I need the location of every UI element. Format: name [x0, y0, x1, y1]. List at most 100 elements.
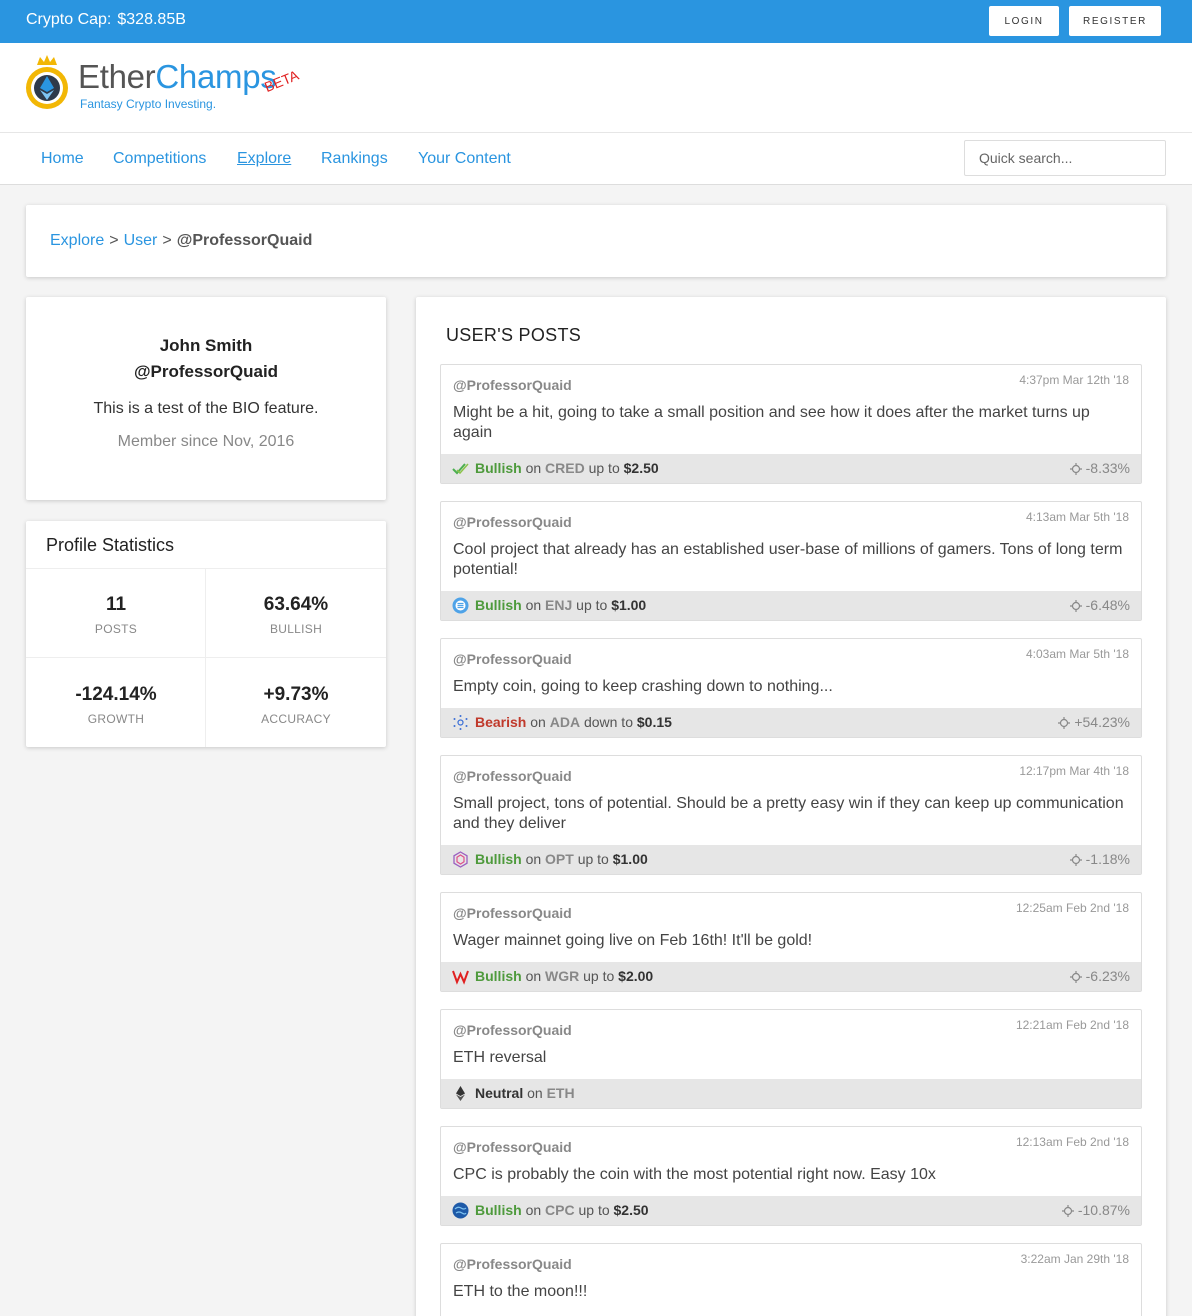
- target-icon: [1069, 968, 1086, 984]
- opt-coin-icon: [452, 851, 469, 868]
- post-prediction-bar: Bullish on CRED up to $2.50 -8.33%: [441, 454, 1141, 483]
- post-on-text: on: [525, 968, 542, 984]
- post-body: Wager mainnet going live on Feb 16th! It…: [453, 932, 813, 949]
- nav-home[interactable]: Home: [41, 150, 84, 168]
- post-prediction: Bullish on ENJ up to $1.00: [475, 597, 646, 613]
- target-icon: [1069, 597, 1086, 613]
- post-author[interactable]: @ProfessorQuaid: [453, 1256, 572, 1272]
- target-icon: [1061, 1202, 1078, 1218]
- stat-bullish: 63.64% BULLISH: [206, 594, 386, 636]
- post-card[interactable]: @ProfessorQuaid 3:22am Jan 29th '18 ETH to…: [440, 1243, 1142, 1316]
- target-icon: [1069, 851, 1086, 867]
- stat-posts: 11 POSTS: [26, 594, 206, 636]
- post-card[interactable]: @ProfessorQuaid 4:37pm Mar 12th '18 Might …: [440, 364, 1142, 484]
- post-sentiment: Neutral: [475, 1085, 524, 1101]
- post-card[interactable]: @ProfessorQuaid 4:13am Mar 5th '18 Cool pr…: [440, 501, 1142, 621]
- post-coin[interactable]: ENJ: [545, 597, 572, 613]
- post-card[interactable]: @ProfessorQuaid 4:03am Mar 5th '18 Empty c…: [440, 638, 1142, 738]
- stat-label: ACCURACY: [261, 712, 331, 726]
- post-accuracy-value: -10.87%: [1077, 1202, 1130, 1218]
- profile-member-since: Member since Nov, 2016: [117, 433, 295, 450]
- post-author[interactable]: @ProfessorQuaid: [453, 1139, 572, 1155]
- post-prediction-bar: Bullish on CPC up to $2.50 -10.87%: [441, 1196, 1141, 1225]
- post-accuracy-value: -6.48%: [1085, 597, 1130, 613]
- post-author[interactable]: @ProfessorQuaid: [453, 651, 572, 667]
- nav-rankings[interactable]: Rankings: [321, 150, 388, 168]
- breadcrumb: Explore > User > @ProfessorQuaid: [50, 232, 312, 250]
- ada-coin-icon: [452, 714, 469, 731]
- crypto-cap-value: $328.85B: [117, 11, 186, 28]
- brand-name-part1: Ether: [78, 58, 156, 95]
- post-coin[interactable]: ADA: [550, 714, 580, 730]
- post-card[interactable]: @ProfessorQuaid 12:17pm Mar 4th '18 Small …: [440, 755, 1142, 875]
- enj-coin-icon: [452, 597, 469, 614]
- post-time: 12:13am Feb 2nd '18: [1015, 1135, 1129, 1149]
- post-coin[interactable]: OPT: [545, 851, 574, 867]
- post-on-text: on: [525, 1202, 542, 1218]
- post-prediction-bar: Bearish on ADA down to $0.15 +54.23%: [441, 708, 1141, 737]
- post-accuracy: -1.18%: [1069, 851, 1130, 867]
- post-on-text: on: [525, 460, 542, 476]
- breadcrumb-separator: >: [109, 232, 119, 249]
- stat-value: -124.14%: [75, 684, 157, 705]
- nav-explore[interactable]: Explore: [237, 150, 291, 168]
- target-icon: [1069, 460, 1086, 476]
- post-author[interactable]: @ProfessorQuaid: [453, 377, 572, 393]
- breadcrumb-user[interactable]: User: [124, 232, 158, 249]
- post-author[interactable]: @ProfessorQuaid: [453, 514, 572, 530]
- breadcrumb-separator: >: [162, 232, 172, 249]
- divider: [26, 568, 386, 569]
- post-direction: up to: [583, 968, 615, 984]
- post-time: 12:21am Feb 2nd '18: [1015, 1018, 1129, 1032]
- post-prediction: Bullish on OPT up to $1.00: [475, 851, 648, 867]
- logo-icon[interactable]: [24, 53, 70, 113]
- post-prediction: Bullish on CRED up to $2.50: [475, 460, 659, 476]
- post-sentiment: Bullish: [475, 460, 522, 476]
- post-coin[interactable]: ETH: [547, 1085, 575, 1101]
- post-target-price: $2.00: [618, 968, 654, 984]
- post-author[interactable]: @ProfessorQuaid: [453, 905, 572, 921]
- profile-statistics-card: Profile Statistics 11 POSTS 63.64% BULLI…: [26, 521, 386, 747]
- cred-coin-icon: [452, 460, 469, 477]
- post-accuracy-value: -6.23%: [1085, 968, 1130, 984]
- post-accuracy: -6.23%: [1069, 968, 1130, 984]
- post-card[interactable]: @ProfessorQuaid 12:25am Feb 2nd '18 Wager …: [440, 892, 1142, 992]
- post-sentiment: Bullish: [475, 597, 522, 613]
- post-direction: up to: [577, 851, 609, 867]
- post-direction: up to: [578, 1202, 610, 1218]
- stat-label: POSTS: [94, 622, 138, 636]
- post-coin[interactable]: CPC: [545, 1202, 575, 1218]
- post-accuracy-value: -1.18%: [1085, 851, 1130, 867]
- post-target-price: $1.00: [612, 851, 648, 867]
- post-author[interactable]: @ProfessorQuaid: [453, 768, 572, 784]
- post-accuracy: -10.87%: [1061, 1202, 1130, 1218]
- users-posts-heading: USER'S POSTS: [446, 325, 582, 345]
- quick-search-input[interactable]: [964, 140, 1166, 176]
- stat-value: 63.64%: [263, 594, 329, 615]
- post-prediction-bar: Bullish on WGR up to $2.00 -6.23%: [441, 962, 1141, 991]
- post-coin[interactable]: CRED: [545, 460, 585, 476]
- stat-value: +9.73%: [263, 684, 329, 705]
- post-coin[interactable]: WGR: [545, 968, 579, 984]
- brand-name[interactable]: EtherChamps: [78, 58, 277, 96]
- post-target-price: $2.50: [623, 460, 659, 476]
- brand-tagline: Fantasy Crypto Investing.: [80, 97, 217, 111]
- post-sentiment: Bearish: [475, 714, 527, 730]
- stat-accuracy: +9.73% ACCURACY: [206, 684, 386, 726]
- breadcrumb-explore[interactable]: Explore: [50, 232, 104, 249]
- post-target-price: $2.50: [613, 1202, 649, 1218]
- post-prediction: Neutral on ETH: [475, 1085, 575, 1101]
- nav-competitions[interactable]: Competitions: [113, 150, 206, 168]
- post-card[interactable]: @ProfessorQuaid 12:13am Feb 2nd '18 CPC is…: [440, 1126, 1142, 1226]
- post-time: 12:17pm Mar 4th '18: [1019, 764, 1129, 778]
- post-body: Empty coin, going to keep crashing down …: [453, 678, 833, 695]
- post-prediction: Bullish on CPC up to $2.50: [475, 1202, 649, 1218]
- post-author[interactable]: @ProfessorQuaid: [453, 1022, 572, 1038]
- register-button[interactable]: REGISTER: [1069, 6, 1161, 36]
- post-card[interactable]: @ProfessorQuaid 12:21am Feb 2nd '18 ETH re…: [440, 1009, 1142, 1109]
- profile-handle: @ProfessorQuaid: [133, 362, 279, 381]
- profile-bio: This is a test of the BIO feature.: [93, 400, 319, 417]
- post-body: ETH to the moon!!!: [453, 1283, 588, 1300]
- login-button[interactable]: LOGIN: [989, 6, 1059, 36]
- nav-your-content[interactable]: Your Content: [418, 150, 511, 168]
